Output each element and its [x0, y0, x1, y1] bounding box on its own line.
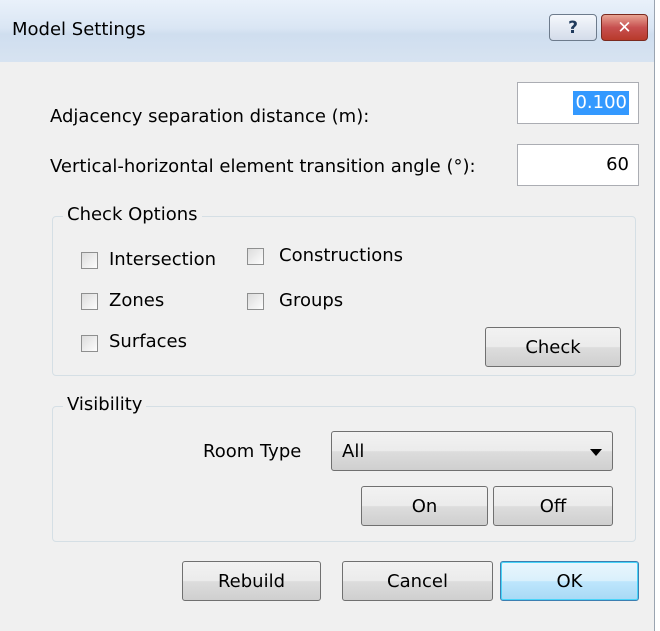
room-type-label: Room Type [203, 441, 302, 462]
close-icon: ✕ [617, 17, 632, 38]
on-button[interactable]: On [361, 486, 488, 526]
rebuild-button-label: Rebuild [217, 570, 286, 592]
adjacency-value: 0.100 [573, 91, 629, 115]
dialog-body: Adjacency separation distance (m): 0.100… [12, 62, 654, 631]
zones-label: Zones [109, 290, 165, 311]
chevron-down-icon [590, 449, 602, 456]
model-settings-dialog: Model Settings ? ✕ Adjacency separation … [0, 0, 655, 631]
cancel-button-label: Cancel [387, 570, 448, 592]
transition-angle-value: 60 [606, 154, 629, 175]
adjacency-input[interactable]: 0.100 [517, 82, 639, 124]
help-icon: ? [568, 17, 578, 38]
check-button[interactable]: Check [485, 327, 621, 367]
on-button-label: On [411, 495, 438, 517]
intersection-checkbox[interactable] [81, 252, 98, 269]
check-options-group: Check Options Intersection Constructions… [52, 204, 636, 376]
visibility-group: Visibility Room Type All On Off [52, 394, 636, 542]
check-button-label: Check [525, 336, 581, 358]
surfaces-checkbox[interactable] [81, 335, 98, 352]
cancel-button[interactable]: Cancel [342, 561, 493, 601]
close-button[interactable]: ✕ [601, 14, 648, 41]
title-bar[interactable]: Model Settings ? ✕ [0, 0, 654, 62]
zones-checkbox[interactable] [81, 293, 98, 310]
dialog-title: Model Settings [12, 19, 146, 40]
groups-checkbox[interactable] [247, 293, 264, 310]
ok-button-label: OK [556, 570, 583, 592]
off-button[interactable]: Off [493, 486, 613, 526]
help-button[interactable]: ? [549, 14, 597, 41]
constructions-label: Constructions [279, 245, 403, 266]
transition-angle-input[interactable]: 60 [517, 144, 639, 186]
adjacency-label: Adjacency separation distance (m): [50, 106, 370, 127]
transition-angle-label: Vertical-horizontal element transition a… [50, 156, 476, 177]
off-button-label: Off [539, 495, 567, 517]
rebuild-button[interactable]: Rebuild [182, 561, 321, 601]
room-type-value: All [342, 441, 365, 462]
room-type-dropdown[interactable]: All [331, 431, 613, 471]
intersection-label: Intersection [109, 249, 217, 270]
surfaces-label: Surfaces [109, 331, 187, 352]
groups-label: Groups [279, 290, 344, 311]
visibility-title: Visibility [63, 394, 147, 415]
constructions-checkbox[interactable] [247, 248, 264, 265]
ok-button[interactable]: OK [500, 561, 639, 601]
check-options-title: Check Options [63, 204, 202, 225]
